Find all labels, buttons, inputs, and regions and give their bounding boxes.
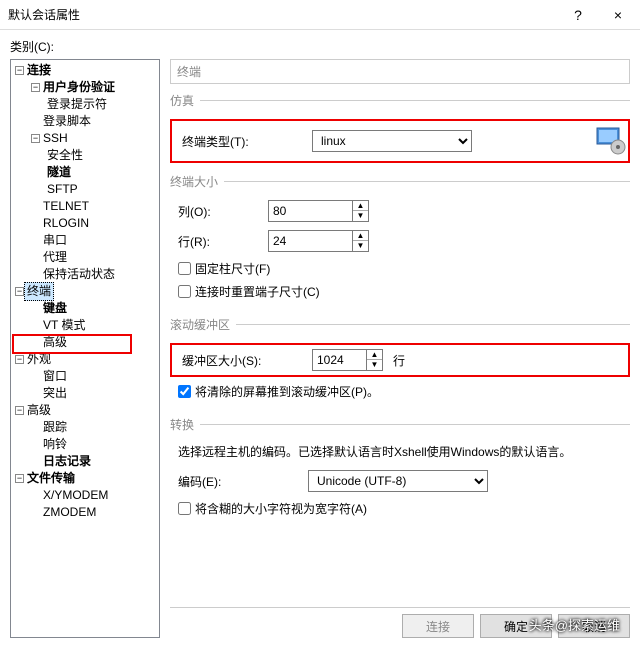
translate-legend: 转换 bbox=[170, 416, 200, 433]
collapse-icon[interactable]: − bbox=[31, 83, 40, 92]
tree-tunnel[interactable]: 隧道 bbox=[47, 164, 71, 181]
tree-appearance[interactable]: 外观 bbox=[27, 351, 51, 368]
buffer-input[interactable] bbox=[312, 349, 367, 371]
watermark: 头条@探索运维 bbox=[529, 615, 620, 634]
termsize-section: 终端大小 列(O): ▲▼ 行(R): ▲▼ 固定柱尺寸(F) 连接时重置端子尺… bbox=[170, 173, 630, 312]
tree-connection[interactable]: 连接 bbox=[27, 62, 51, 79]
tree-xym[interactable]: X/YMODEM bbox=[43, 487, 108, 504]
ambiguous-checkbox[interactable]: 将含糊的大小字符视为宽字符(A) bbox=[170, 500, 630, 517]
tree-zm[interactable]: ZMODEM bbox=[43, 504, 96, 521]
buffer-label: 缓冲区大小(S): bbox=[182, 352, 312, 369]
emulation-legend: 仿真 bbox=[170, 92, 200, 109]
tree-bell[interactable]: 响铃 bbox=[43, 436, 67, 453]
buffer-spinner[interactable]: ▲▼ bbox=[367, 349, 383, 371]
footer: 连接 确定 取消 头条@探索运维 bbox=[170, 607, 630, 638]
window-title: 默认会话属性 bbox=[8, 6, 558, 23]
tree-telnet[interactable]: TELNET bbox=[43, 198, 89, 215]
tree-trace[interactable]: 跟踪 bbox=[43, 419, 67, 436]
rows-label: 行(R): bbox=[178, 233, 268, 250]
termsize-legend: 终端大小 bbox=[170, 173, 224, 190]
titlebar: 默认会话属性 ? × bbox=[0, 0, 640, 30]
tree-adv2[interactable]: 高级 bbox=[27, 402, 51, 419]
tree-filetransfer[interactable]: 文件传输 bbox=[27, 470, 75, 487]
tree-terminal[interactable]: 终端 bbox=[24, 282, 54, 301]
term-type-label: 终端类型(T): bbox=[182, 133, 312, 150]
help-button[interactable]: ? bbox=[558, 0, 598, 30]
tree-sftp[interactable]: SFTP bbox=[47, 181, 78, 198]
push-cleared-checkbox[interactable]: 将清除的屏幕推到滚动缓冲区(P)。 bbox=[170, 383, 630, 400]
reset-on-connect-checkbox[interactable]: 连接时重置端子尺寸(C) bbox=[170, 283, 630, 300]
cols-input[interactable] bbox=[268, 200, 353, 222]
close-button[interactable]: × bbox=[598, 0, 638, 30]
term-type-select[interactable]: linux bbox=[312, 130, 472, 152]
encoding-select[interactable]: Unicode (UTF-8) bbox=[308, 470, 488, 492]
translate-section: 转换 选择远程主机的编码。已选择默认语言时Xshell使用Windows的默认语… bbox=[170, 416, 630, 529]
rows-input[interactable] bbox=[268, 230, 353, 252]
tree-keepalive[interactable]: 保持活动状态 bbox=[43, 266, 115, 283]
collapse-icon[interactable]: − bbox=[15, 474, 24, 483]
panel-title: 终端 bbox=[170, 59, 630, 84]
category-tree[interactable]: −连接 −用户身份验证 登录提示符 登录脚本 −SSH 安全性 隧道 SFTP … bbox=[10, 59, 160, 638]
collapse-icon[interactable]: − bbox=[15, 66, 24, 75]
cols-spinner[interactable]: ▲▼ bbox=[353, 200, 369, 222]
cols-label: 列(O): bbox=[178, 203, 268, 220]
collapse-icon[interactable]: − bbox=[15, 406, 24, 415]
tree-ssh[interactable]: SSH bbox=[43, 130, 68, 147]
collapse-icon[interactable]: − bbox=[15, 355, 24, 364]
tree-window[interactable]: 窗口 bbox=[43, 368, 67, 385]
terminal-setup-icon[interactable] bbox=[594, 125, 626, 157]
tree-advanced[interactable]: 高级 bbox=[43, 334, 67, 351]
tree-logging[interactable]: 日志记录 bbox=[43, 453, 91, 470]
tree-proxy[interactable]: 代理 bbox=[43, 249, 67, 266]
settings-panel: 终端 仿真 终端类型(T): linux 终端大小 列(O): ▲▼ bbox=[170, 59, 630, 638]
category-label: 类别(C): bbox=[10, 38, 630, 55]
scroll-legend: 滚动缓冲区 bbox=[170, 316, 236, 333]
tree-serial[interactable]: 串口 bbox=[43, 232, 67, 249]
tree-keyboard[interactable]: 键盘 bbox=[43, 300, 67, 317]
scroll-section: 滚动缓冲区 缓冲区大小(S): ▲▼ 行 将清除的屏幕推到滚动缓冲区(P)。 bbox=[170, 316, 630, 412]
rows-spinner[interactable]: ▲▼ bbox=[353, 230, 369, 252]
translate-desc: 选择远程主机的编码。已选择默认语言时Xshell使用Windows的默认语言。 bbox=[170, 443, 630, 460]
tree-login-prompt[interactable]: 登录提示符 bbox=[47, 96, 107, 113]
emulation-section: 仿真 终端类型(T): linux bbox=[170, 92, 630, 169]
encoding-label: 编码(E): bbox=[178, 473, 308, 490]
tree-auth[interactable]: 用户身份验证 bbox=[43, 79, 115, 96]
tree-login-script[interactable]: 登录脚本 bbox=[43, 113, 91, 130]
collapse-icon[interactable]: − bbox=[31, 134, 40, 143]
tree-rlogin[interactable]: RLOGIN bbox=[43, 215, 89, 232]
tree-vt[interactable]: VT 模式 bbox=[43, 317, 85, 334]
connect-button: 连接 bbox=[402, 614, 474, 638]
tree-highlight[interactable]: 突出 bbox=[43, 385, 67, 402]
fixed-cols-checkbox[interactable]: 固定柱尺寸(F) bbox=[170, 260, 630, 277]
buffer-unit: 行 bbox=[393, 352, 405, 369]
collapse-icon[interactable]: − bbox=[15, 287, 24, 296]
tree-security[interactable]: 安全性 bbox=[47, 147, 83, 164]
